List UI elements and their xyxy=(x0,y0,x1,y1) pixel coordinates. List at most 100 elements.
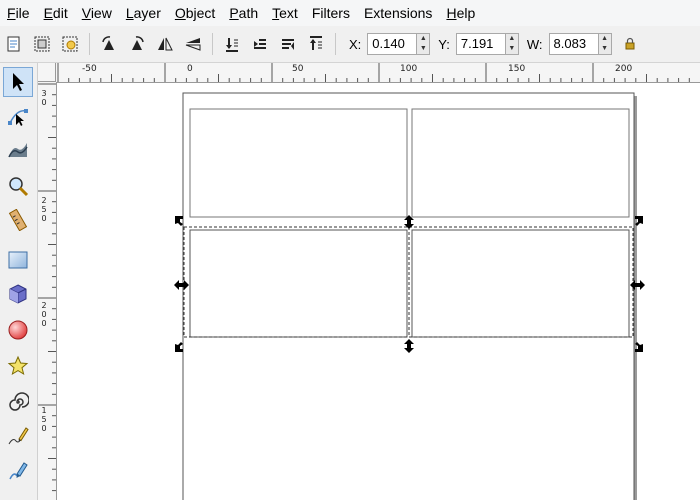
vruler-label: 0 xyxy=(41,310,47,319)
flip-horizontal-button[interactable] xyxy=(151,30,179,58)
spin-up-icon[interactable]: ▲ xyxy=(417,34,429,44)
spin-down-icon[interactable]: ▼ xyxy=(417,44,429,54)
vruler-label: 0 xyxy=(41,98,47,107)
tweak-icon xyxy=(8,143,28,158)
y-spinner[interactable]: ▲ ▼ xyxy=(505,33,519,55)
handle-top-left[interactable] xyxy=(175,216,183,226)
y-label: Y: xyxy=(438,36,450,52)
w-spinner[interactable]: ▲ ▼ xyxy=(598,33,612,55)
star-icon xyxy=(7,355,29,376)
handle-bottom-left[interactable] xyxy=(175,342,183,352)
hruler-label: 100 xyxy=(400,64,418,74)
horizontal-ruler-ticks xyxy=(57,63,690,82)
zoom-tool[interactable] xyxy=(3,171,33,201)
x-input[interactable]: 0.140 xyxy=(367,33,418,55)
canvas-drawing xyxy=(174,92,645,500)
flip-horizontal-icon xyxy=(158,37,173,51)
lower-icon xyxy=(254,39,266,49)
pen-icon xyxy=(9,462,28,480)
hruler-label: -50 xyxy=(82,64,97,74)
rectangle-icon xyxy=(8,251,28,269)
tool-controls-bar: X: 0.140 ▲ ▼ Y: 7.191 ▲ ▼ W: 8.083 ▲ ▼ xyxy=(0,26,700,63)
toolbar-separator xyxy=(212,33,213,55)
vertical-ruler-ticks xyxy=(38,83,56,492)
tweak-tool[interactable] xyxy=(3,135,33,165)
x-coordinate-control: X: 0.140 ▲ ▼ xyxy=(349,33,431,55)
spin-up-icon[interactable]: ▲ xyxy=(506,34,518,44)
raise-to-top-button[interactable] xyxy=(302,30,330,58)
pencil-tool[interactable] xyxy=(3,421,33,451)
drawing-canvas[interactable] xyxy=(57,83,700,500)
hruler-label: 50 xyxy=(292,64,304,74)
3d-box-icon xyxy=(9,284,27,304)
spiral-icon xyxy=(9,392,29,411)
menu-object[interactable]: Object xyxy=(168,0,222,26)
rotate-ccw-icon xyxy=(102,36,114,50)
menu-layer[interactable]: Layer xyxy=(119,0,168,26)
vruler-label: 5 xyxy=(41,415,47,424)
rotate-cw-icon xyxy=(132,36,144,50)
pencil-icon xyxy=(8,427,29,445)
deselect-button[interactable] xyxy=(56,30,84,58)
flip-vertical-icon xyxy=(185,38,201,51)
vruler-label: 0 xyxy=(41,214,47,223)
vruler-label: 0 xyxy=(41,424,47,433)
vruler-label: 2 xyxy=(41,196,47,205)
flip-vertical-button[interactable] xyxy=(179,30,207,58)
menu-text[interactable]: Text xyxy=(265,0,305,26)
raise-to-top-icon xyxy=(310,36,322,50)
menu-filters[interactable]: Filters xyxy=(305,0,357,26)
vruler-label: 3 xyxy=(41,89,47,98)
vruler-label: 1 xyxy=(41,406,47,415)
menu-view[interactable]: View xyxy=(75,0,119,26)
vruler-label: 0 xyxy=(41,319,47,328)
lower-to-bottom-button[interactable] xyxy=(218,30,246,58)
hruler-label: 0 xyxy=(187,64,193,74)
select-all-layers-button[interactable] xyxy=(28,30,56,58)
3d-box-tool[interactable] xyxy=(3,279,33,309)
toolbar-separator xyxy=(335,33,336,55)
raise-icon xyxy=(282,39,294,50)
spin-down-icon[interactable]: ▼ xyxy=(599,44,611,54)
select-all-button[interactable] xyxy=(0,30,28,58)
node-tool[interactable] xyxy=(3,101,33,131)
hruler-label: 200 xyxy=(615,64,633,74)
x-spinner[interactable]: ▲ ▼ xyxy=(417,33,431,55)
menu-path[interactable]: Path xyxy=(222,0,265,26)
ellipse-tool[interactable] xyxy=(3,315,33,345)
rectangle-tool[interactable] xyxy=(3,245,33,275)
rotate-ccw-button[interactable] xyxy=(95,30,123,58)
menu-edit[interactable]: Edit xyxy=(37,0,75,26)
zoom-icon xyxy=(9,177,29,197)
measure-icon xyxy=(8,209,28,231)
lower-to-bottom-icon xyxy=(226,38,238,52)
menu-file[interactable]: File xyxy=(0,0,37,26)
selector-tool[interactable] xyxy=(3,67,33,97)
menu-extensions[interactable]: Extensions xyxy=(357,0,439,26)
spiral-tool[interactable] xyxy=(3,387,33,417)
raise-button[interactable] xyxy=(274,30,302,58)
lower-button[interactable] xyxy=(246,30,274,58)
vruler-label: 5 xyxy=(41,205,47,214)
toolbar-separator xyxy=(89,33,90,55)
rotate-cw-button[interactable] xyxy=(123,30,151,58)
width-control: W: 8.083 ▲ ▼ xyxy=(527,33,612,55)
page-border xyxy=(182,92,635,500)
y-coordinate-control: Y: 7.191 ▲ ▼ xyxy=(438,33,519,55)
select-all-layers-icon xyxy=(34,36,50,52)
measure-tool[interactable] xyxy=(3,205,33,235)
toolbox xyxy=(0,63,38,500)
vertical-ruler[interactable]: 3 0 2 5 0 2 0 0 1 5 0 xyxy=(38,82,57,500)
spin-up-icon[interactable]: ▲ xyxy=(599,34,611,44)
lock-ratio-button[interactable] xyxy=(616,30,644,58)
selector-arrow-icon xyxy=(13,73,24,91)
horizontal-ruler[interactable]: -50 0 50 100 150 200 xyxy=(56,63,700,83)
pen-tool[interactable] xyxy=(3,455,33,485)
spin-down-icon[interactable]: ▼ xyxy=(506,44,518,54)
star-tool[interactable] xyxy=(3,351,33,381)
w-input[interactable]: 8.083 xyxy=(548,33,599,55)
ellipse-icon xyxy=(8,320,28,340)
y-input[interactable]: 7.191 xyxy=(455,33,506,55)
menu-bar: File Edit View Layer Object Path Text Fi… xyxy=(0,0,700,26)
menu-help[interactable]: Help xyxy=(439,0,482,26)
